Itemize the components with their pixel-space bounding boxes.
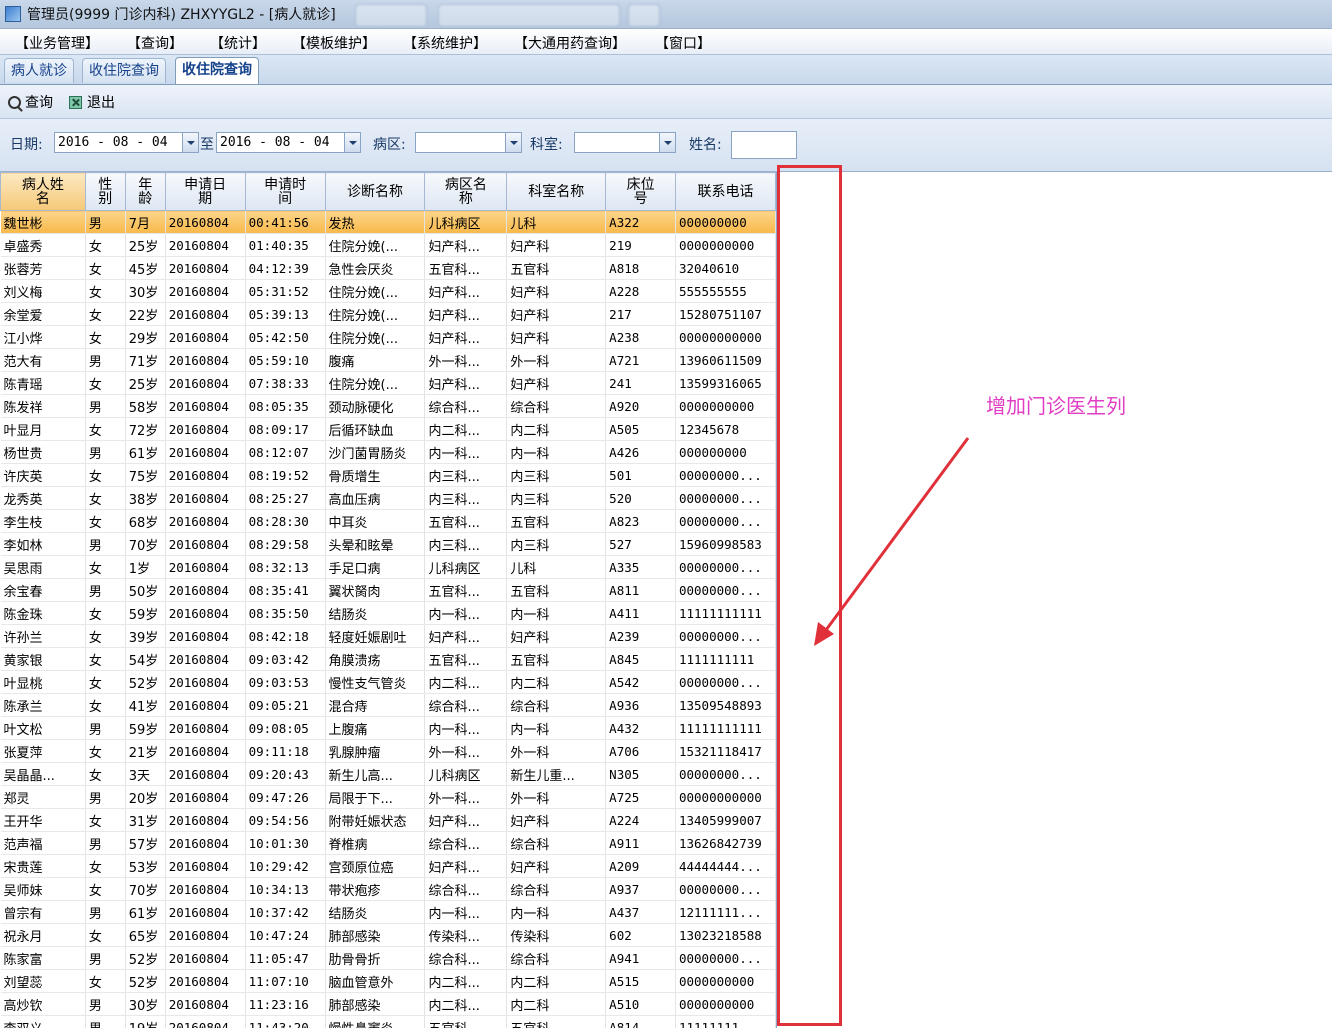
arrow-shaft <box>824 437 970 631</box>
annotation-arrow <box>814 437 970 646</box>
annotation-text: 增加门诊医生列 <box>986 394 1126 418</box>
